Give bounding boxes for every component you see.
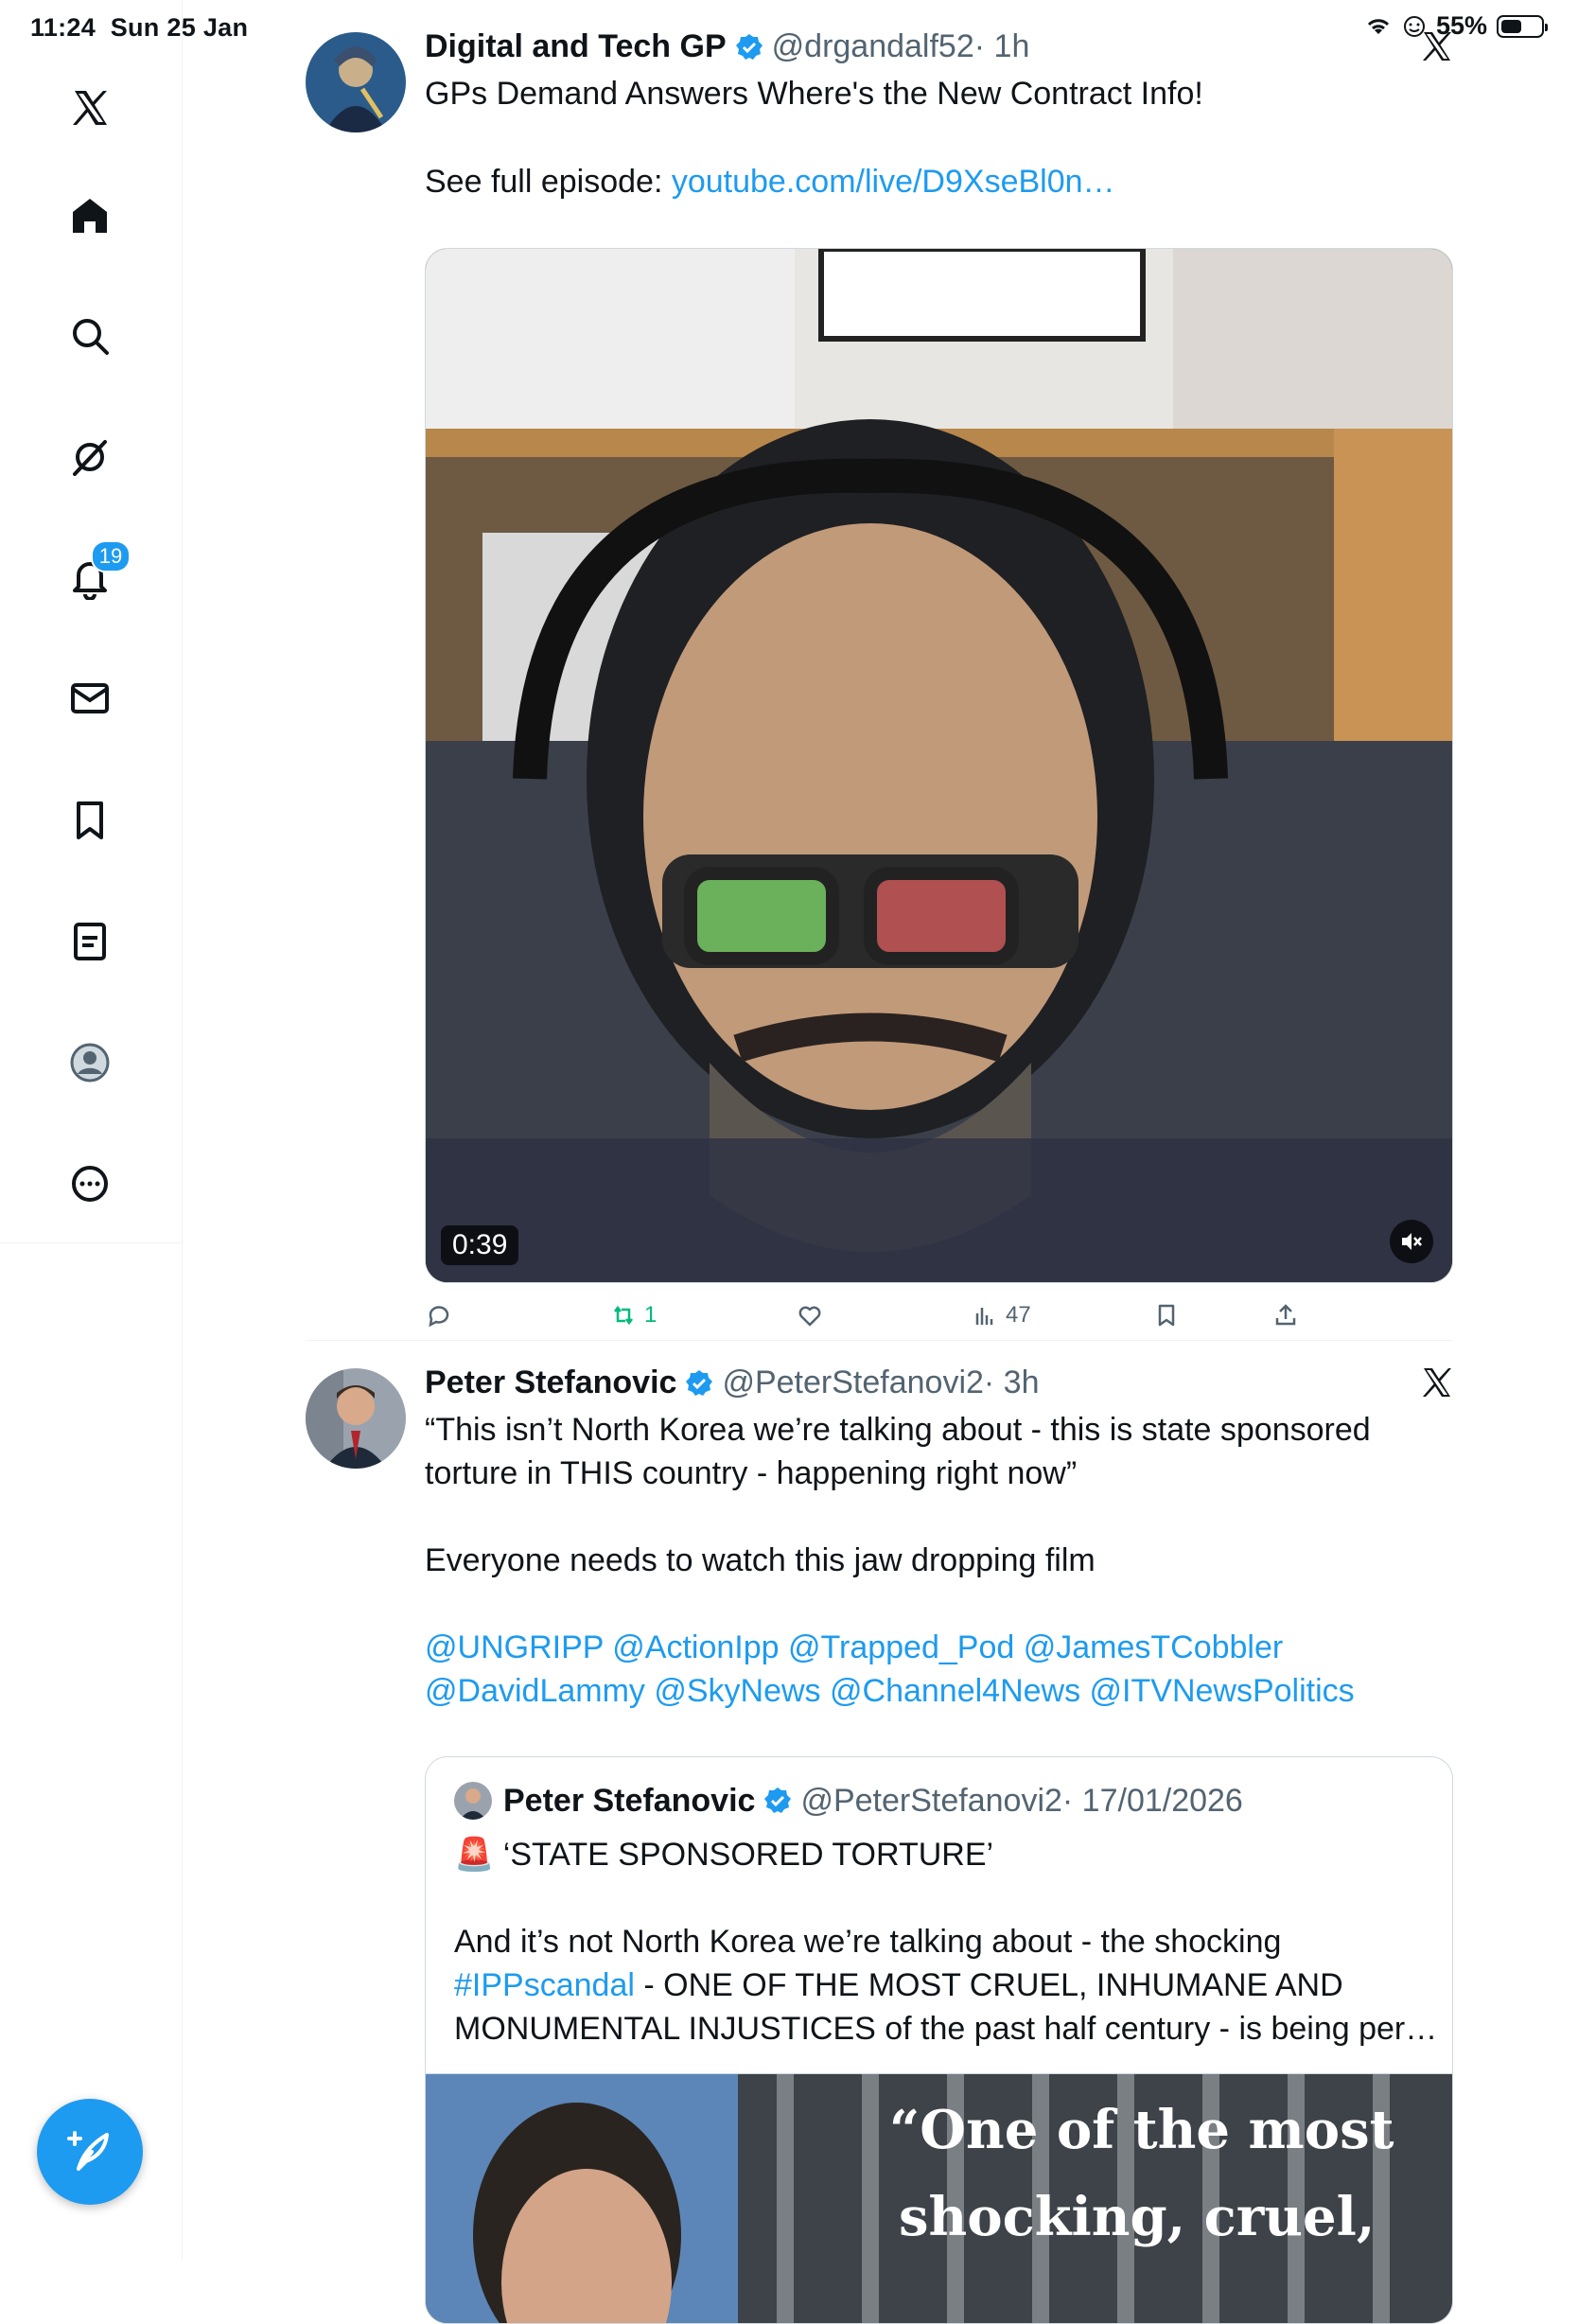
share-button[interactable] — [1272, 1302, 1299, 1329]
video-duration: 0:39 — [441, 1225, 519, 1265]
bookmark-button[interactable] — [1153, 1302, 1180, 1329]
tweet-text: torture in THIS country - happening righ… — [425, 1455, 1078, 1491]
tweet-header: Digital and Tech GP @drgandalf52 · 1h — [425, 28, 1029, 65]
profile-icon[interactable] — [51, 1024, 129, 1101]
quote-author-name: Peter Stefanovic — [503, 1782, 756, 1819]
tweet-time: · 3h — [983, 1364, 1040, 1400]
views-count: 47 — [1006, 1302, 1031, 1328]
views-icon — [975, 1308, 993, 1325]
author-handle[interactable]: @drgandalf52 — [772, 28, 974, 65]
lists-icon[interactable] — [51, 903, 129, 980]
share-icon — [1275, 1304, 1296, 1326]
quote-avatar — [454, 1782, 492, 1820]
author-name[interactable]: Digital and Tech GP — [425, 28, 727, 65]
quote-text: 🚨 ‘STATE SPONSORED TORTURE’ — [454, 1837, 994, 1873]
tweet-text: “This isn’t North Korea we’re talking ab… — [425, 1412, 1371, 1448]
tweet-text: GPs Demand Answers Where's the New Contr… — [425, 76, 1203, 112]
speaker-muted-icon — [1402, 1233, 1422, 1250]
tweet-time: · 1h — [973, 28, 1030, 64]
bookmark-icon[interactable] — [51, 782, 129, 859]
sidebar-divider — [0, 1242, 182, 1243]
quote-image-caption: “One of the most — [889, 2099, 1394, 2161]
quote-author-handle: @PeterStefanovi2 — [800, 1782, 1062, 1819]
episode-link[interactable]: youtube.com/live/D9XseBl0n… — [672, 164, 1115, 200]
notifications-badge: 19 — [91, 540, 131, 572]
bell-icon[interactable]: 19 — [51, 538, 131, 616]
heart-icon — [798, 1306, 821, 1327]
quote-text-line: #IPPscandal - ONE OF THE MOST CRUEL, INH… — [454, 1963, 1343, 2007]
battery-icon — [1497, 14, 1548, 38]
avatar[interactable] — [306, 32, 406, 132]
grok-icon[interactable] — [51, 418, 129, 496]
home-icon[interactable] — [51, 177, 129, 255]
tweet-header: Peter Stefanovic @PeterStefanovi2 · 3h — [425, 1364, 1040, 1401]
quote-time: · 17/01/2026 — [1061, 1782, 1243, 1819]
author-handle[interactable]: @PeterStefanovi2 — [722, 1364, 983, 1401]
mentions-line[interactable]: @UNGRIPP @ActionIpp @Trapped_Pod @JamesT… — [425, 1626, 1283, 1669]
retweet-count: 1 — [644, 1302, 658, 1328]
feather-plus-icon — [67, 2131, 109, 2171]
quoted-tweet[interactable]: Peter Stefanovic @PeterStefanovi2 · 17/0… — [425, 1756, 1453, 2324]
text-prefix: See full episode: — [425, 164, 672, 200]
quote-text: And it’s not North Korea we’re talking a… — [454, 1924, 1282, 1960]
quote-text: MONUMENTAL INJUSTICES of the past half c… — [454, 2011, 1438, 2047]
mute-button[interactable] — [1390, 1220, 1433, 1263]
quote-image: “One of the most shocking, cruel, — [426, 2073, 1452, 2323]
video-player[interactable]: 0:39 — [425, 248, 1453, 1283]
tweet-text: Everyone needs to watch this jaw droppin… — [425, 1542, 1096, 1578]
verified-badge-icon — [735, 33, 763, 60]
tweet-separator — [306, 1340, 1452, 1341]
quote-header: Peter Stefanovic @PeterStefanovi2 · 17/0… — [454, 1782, 1243, 1820]
bookmark-icon — [1158, 1304, 1175, 1327]
reply-icon — [429, 1306, 449, 1328]
hashtag-link[interactable]: #IPPscandal — [454, 1967, 635, 2003]
avatar[interactable] — [306, 1368, 406, 1469]
verified-badge-icon — [764, 1787, 792, 1813]
x-grok-icon[interactable] — [1419, 28, 1455, 64]
x-grok-icon[interactable] — [1419, 1364, 1455, 1400]
tweet-actions: 1 47 — [425, 1302, 1453, 1340]
search-icon[interactable] — [51, 297, 129, 375]
mentions-line[interactable]: @DavidLammy @SkyNews @Channel4News @ITVN… — [425, 1669, 1355, 1713]
verified-badge-icon — [686, 1369, 713, 1396]
quote-text-rest: - ONE OF THE MOST CRUEL, INHUMANE AND — [634, 1967, 1343, 2003]
like-button[interactable] — [797, 1302, 831, 1329]
mail-icon[interactable] — [51, 660, 129, 737]
retweet-icon — [614, 1305, 633, 1326]
reply-button[interactable] — [425, 1302, 459, 1329]
retweet-button[interactable]: 1 — [610, 1302, 657, 1329]
tweet-text-link-line: See full episode: youtube.com/live/D9Xse… — [425, 160, 1115, 203]
x-logo-icon[interactable] — [51, 69, 129, 147]
wifi-icon — [1367, 18, 1390, 34]
video-frame — [426, 249, 1452, 1282]
views-button[interactable]: 47 — [972, 1302, 1031, 1329]
author-name[interactable]: Peter Stefanovic — [425, 1364, 676, 1401]
compose-button[interactable] — [37, 2099, 143, 2205]
sidebar: 19 — [0, 0, 183, 2260]
quote-image-caption: shocking, cruel, — [899, 2186, 1376, 2248]
more-icon[interactable] — [51, 1145, 129, 1223]
